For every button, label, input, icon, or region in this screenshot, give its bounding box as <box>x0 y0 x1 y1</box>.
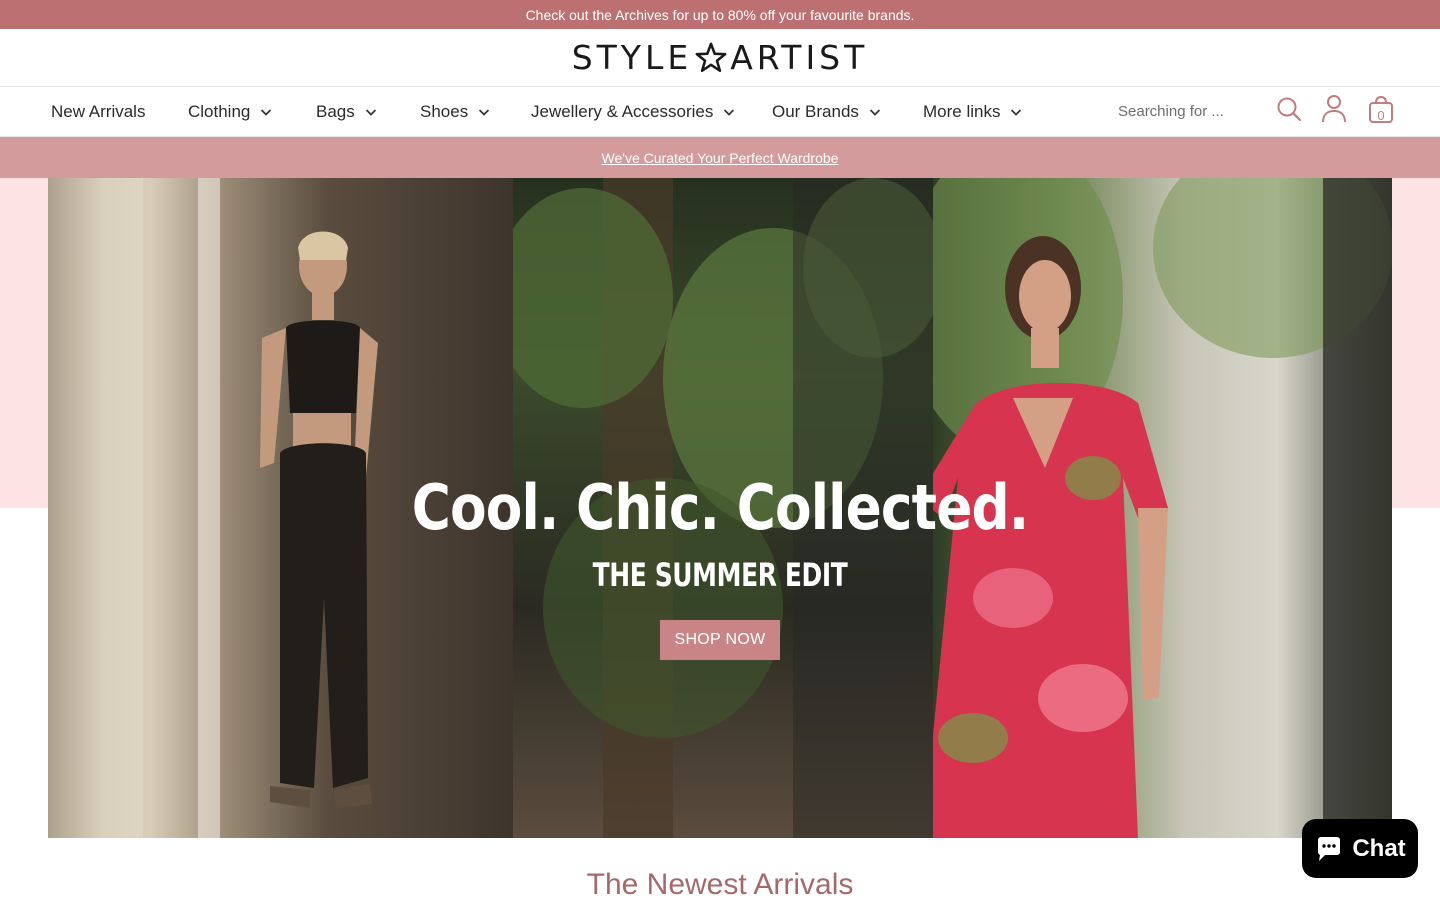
chevron-down-icon <box>479 109 490 116</box>
curated-wardrobe-link[interactable]: We've Curated Your Perfect Wardrobe <box>602 150 839 166</box>
account-button[interactable] <box>1319 93 1349 125</box>
nav-item-new-arrivals[interactable]: New Arrivals <box>51 87 145 137</box>
nav-item-our-brands[interactable]: Our Brands <box>772 87 881 137</box>
star-icon <box>695 42 727 72</box>
hero-title: Cool. Chic. Collected. <box>411 471 1029 544</box>
nav-item-jewellery-accessories[interactable]: Jewellery & Accessories <box>531 87 735 137</box>
chat-label: Chat <box>1352 834 1406 862</box>
search-icon <box>1277 97 1302 122</box>
nav-item-label: Jewellery & Accessories <box>531 102 714 121</box>
chat-bubble-icon <box>1318 836 1341 861</box>
brand-logo-part2: ARTIST <box>730 38 869 77</box>
nav-item-label: Clothing <box>188 102 251 121</box>
chevron-down-icon <box>724 109 735 116</box>
chevron-down-icon <box>261 109 272 116</box>
search-input[interactable] <box>1118 97 1268 125</box>
chevron-down-icon <box>869 109 881 116</box>
brand-logo[interactable]: STYLE ARTIST <box>572 38 869 77</box>
section-title-newest-arrivals: The Newest Arrivals <box>586 868 854 900</box>
nav-item-label: Shoes <box>420 102 469 121</box>
hero-subtitle: THE SUMMER EDIT <box>592 556 848 594</box>
chevron-down-icon <box>365 109 376 116</box>
nav-item-clothing[interactable]: Clothing <box>188 87 272 137</box>
search-button[interactable] <box>1274 93 1304 125</box>
account-icon <box>1322 95 1346 123</box>
nav-item-bags[interactable]: Bags <box>316 87 377 137</box>
hero-banner[interactable]: Cool. Chic. Collected. THE SUMMER EDIT S… <box>48 178 1392 838</box>
nav-item-label: Bags <box>316 102 355 121</box>
announcement-text[interactable]: Check out the Archives for up to 80% off… <box>526 7 915 23</box>
nav-item-shoes[interactable]: Shoes <box>420 87 490 137</box>
chat-button[interactable]: Chat <box>1302 819 1418 878</box>
chevron-down-icon <box>1011 109 1022 116</box>
cart-button[interactable]: 0 <box>1366 95 1396 127</box>
nav-item-label: More links <box>923 102 1001 121</box>
announcement-bar[interactable]: Check out the Archives for up to 80% off… <box>0 0 1440 29</box>
header: STYLE ARTIST <box>0 29 1440 87</box>
nav-item-label: New Arrivals <box>51 102 146 121</box>
nav-item-label: Our Brands <box>772 102 859 121</box>
brand-logo-part1: STYLE <box>571 38 693 77</box>
sub-banner: We've Curated Your Perfect Wardrobe <box>0 137 1440 178</box>
cart-count: 0 <box>1377 107 1385 123</box>
shop-now-button[interactable]: SHOP NOW <box>660 620 780 660</box>
nav-item-more-links[interactable]: More links <box>923 87 1022 137</box>
